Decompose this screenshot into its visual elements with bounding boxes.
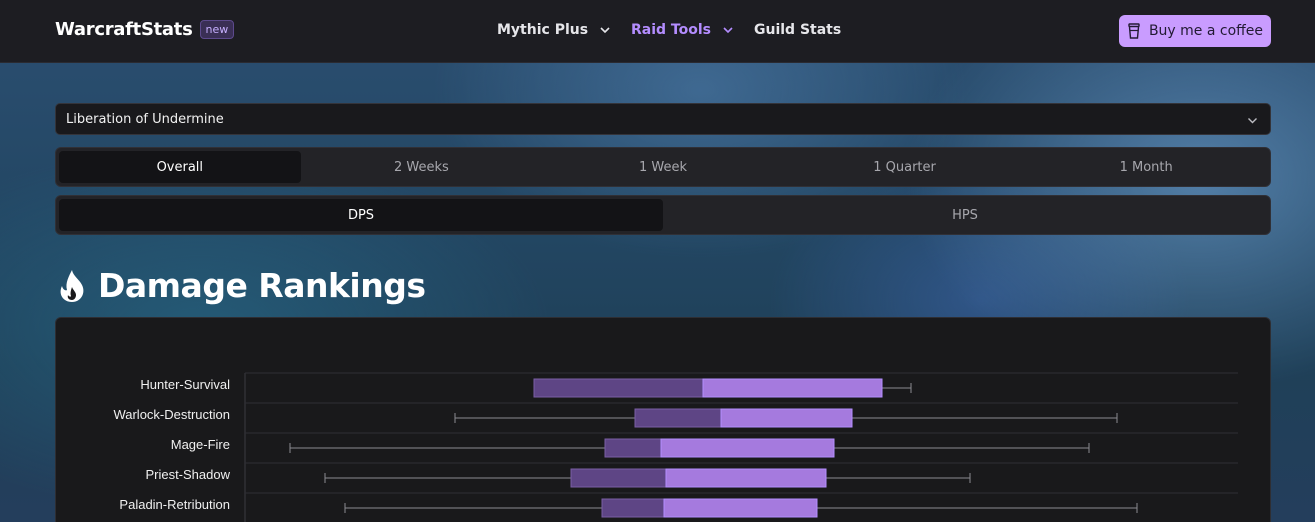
nav-raid-tools-label: Raid Tools: [631, 22, 711, 38]
box-lower-quartile: [601, 498, 665, 518]
box-upper-quartile: [665, 468, 827, 488]
box-lower-quartile: [604, 438, 662, 458]
nav-raid-tools[interactable]: Raid Tools: [631, 22, 733, 38]
box-upper-quartile: [702, 378, 883, 398]
raid-select-value: Liberation of Undermine: [66, 111, 224, 127]
coffee-cup-icon: [1128, 23, 1140, 39]
box-lower-quartile: [634, 408, 722, 428]
buy-me-a-coffee-button[interactable]: Buy me a coffee: [1119, 15, 1271, 47]
tab-1-month[interactable]: 1 Month: [1025, 151, 1267, 183]
tab-2-weeks[interactable]: 2 Weeks: [301, 151, 543, 183]
brand-name[interactable]: WarcraftStats: [55, 19, 193, 40]
nav-guild-stats-label: Guild Stats: [754, 22, 842, 38]
new-badge: new: [199, 20, 235, 39]
category-label: Hunter-Survival: [140, 377, 230, 392]
fire-icon: [60, 269, 84, 302]
box-upper-quartile: [663, 498, 818, 518]
category-label: Paladin-Retribution: [119, 497, 230, 512]
nav-mythic-plus[interactable]: Mythic Plus: [497, 22, 610, 38]
box-lower-quartile: [533, 378, 704, 398]
nav-guild-stats[interactable]: Guild Stats: [754, 22, 841, 38]
chevron-down-icon: [1248, 118, 1257, 124]
tab-1-quarter[interactable]: 1 Quarter: [784, 151, 1026, 183]
coffee-label: Buy me a coffee: [1148, 23, 1264, 39]
section-heading: Damage Rankings: [56, 266, 426, 305]
page-title: Damage Rankings: [98, 266, 426, 305]
category-label: Priest-Shadow: [145, 467, 230, 482]
tab-dps[interactable]: DPS: [59, 199, 663, 231]
damage-boxplot-chart: Hunter-Survival Warlock-Destruction Mage-F…: [113, 372, 1238, 522]
tab-overall[interactable]: Overall: [59, 151, 301, 183]
chart-panel: Hunter-Survival Warlock-Destruction Mage-F…: [55, 317, 1271, 522]
metric-tabs: DPS HPS: [55, 195, 1271, 235]
nav-mythic-plus-label: Mythic Plus: [497, 22, 589, 38]
time-range-tabs: Overall 2 Weeks 1 Week 1 Quarter 1 Month: [55, 147, 1271, 187]
chevron-down-icon: [723, 27, 733, 34]
box-upper-quartile: [660, 438, 835, 458]
box-lower-quartile: [570, 468, 667, 488]
tab-1-week[interactable]: 1 Week: [542, 151, 784, 183]
category-label: Warlock-Destruction: [113, 407, 230, 422]
tab-hps[interactable]: HPS: [663, 199, 1267, 231]
brand[interactable]: WarcraftStats new: [55, 19, 235, 40]
chevron-down-icon: [600, 27, 610, 34]
category-label: Mage-Fire: [171, 437, 230, 452]
box-upper-quartile: [720, 408, 853, 428]
raid-select[interactable]: Liberation of Undermine: [55, 103, 1271, 135]
top-nav-bar: WarcraftStats new Mythic Plus Raid Tools…: [0, 0, 1315, 63]
